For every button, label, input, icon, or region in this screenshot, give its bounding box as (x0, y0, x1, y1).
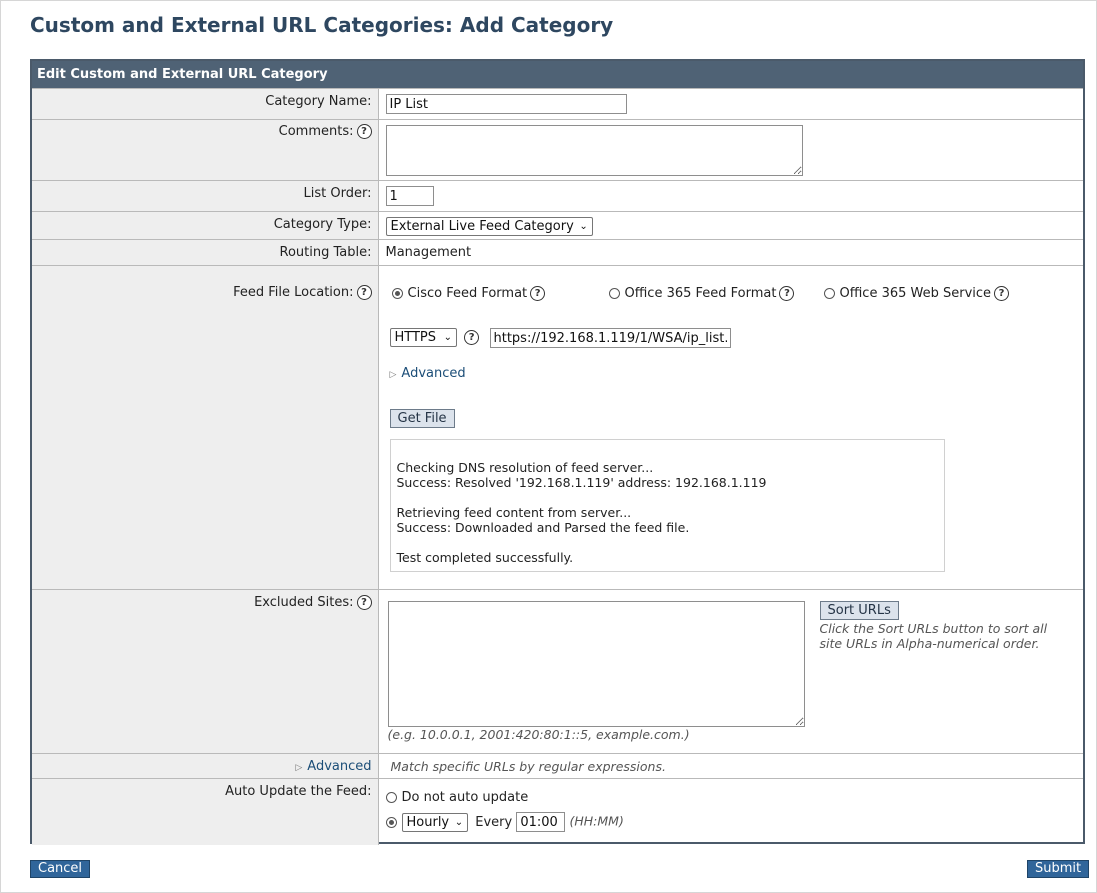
result-line: Success: Resolved '192.168.1.119' addres… (396, 475, 767, 490)
row-category-type: Category Type: External Live Feed Catego… (32, 211, 1083, 240)
row-excluded-sites: Excluded Sites:? Sort URLs Click the Sor… (32, 589, 1083, 754)
category-form: Category Name: Comments:? List Order: Ca… (32, 88, 1083, 845)
help-icon[interactable]: ? (779, 286, 795, 301)
panel-header: Edit Custom and External URL Category (32, 61, 1083, 88)
help-icon[interactable]: ? (994, 286, 1010, 301)
advanced-regex-toggle[interactable]: ▷ Advanced (32, 754, 371, 774)
auto-update-label: Auto Update the Feed: (225, 784, 372, 799)
list-order-label: List Order: (303, 186, 372, 201)
cancel-button[interactable]: Cancel (30, 860, 91, 878)
radio-office365-feed[interactable] (608, 288, 620, 299)
feed-advanced-toggle[interactable]: ▷ Advanced (390, 366, 466, 381)
row-advanced: ▷ Advanced Match specific URLs by regular… (32, 753, 1083, 779)
routing-table-label: Routing Table: (279, 245, 372, 260)
excluded-sites-label: Excluded Sites: (254, 595, 354, 610)
feed-format-options: Cisco Feed Format? Office 365 Feed Forma… (391, 286, 1010, 301)
excluded-sites-example: (e.g. 10.0.0.1, 2001:420:80:1::5, exampl… (387, 727, 690, 742)
caret-right-icon: ▷ (295, 763, 303, 773)
excluded-sites-textarea[interactable] (387, 601, 805, 727)
row-auto-update: Auto Update the Feed: Do not auto update… (32, 778, 1084, 845)
comments-textarea[interactable] (385, 125, 803, 176)
edit-category-panel: Edit Custom and External URL Category Ca… (30, 59, 1085, 845)
interval-select[interactable]: Hourly ⌄ (401, 812, 469, 832)
sort-urls-hint: Click the Sort URLs button to sort all s… (819, 621, 1048, 651)
feed-test-results: Checking DNS resolution of feed server..… (389, 439, 945, 572)
radio-office365-webservice[interactable] (823, 288, 835, 299)
option-office365-feed[interactable]: Office 365 Feed Format? (608, 286, 795, 301)
feed-file-location-label: Feed File Location: (233, 285, 354, 300)
help-icon[interactable]: ? (530, 286, 546, 301)
advanced-link[interactable]: Advanced (401, 366, 465, 381)
caret-right-icon: ▷ (389, 370, 397, 380)
get-file-button[interactable]: Get File (389, 409, 455, 428)
category-type-select[interactable]: External Live Feed Category ⌄ (385, 217, 593, 236)
protocol-select[interactable]: HTTPS ⌄ (389, 328, 458, 347)
radio-cisco-feed[interactable] (391, 288, 403, 299)
comments-label: Comments: (278, 124, 354, 139)
option-interval-update[interactable]: Hourly ⌄ Every (HH:MM) (385, 805, 1084, 832)
help-icon[interactable]: ? (356, 124, 372, 139)
interval-value: Hourly (406, 814, 450, 830)
category-type-value: External Live Feed Category (390, 219, 574, 234)
advanced-regex-link[interactable]: Advanced (307, 759, 371, 774)
row-feed-file-location: Feed File Location:? Cisco Feed Format? … (32, 265, 1083, 590)
protocol-value: HTTPS (394, 330, 437, 345)
help-icon[interactable]: ? (464, 330, 480, 345)
row-list-order: List Order: (32, 180, 1083, 212)
result-line: Success: Downloaded and Parsed the feed … (396, 520, 690, 535)
radio-interval-update[interactable] (385, 816, 397, 828)
radio-no-auto-update[interactable] (385, 792, 397, 803)
feed-url-row: HTTPS ⌄ ? (389, 328, 480, 347)
option-office365-webservice[interactable]: Office 365 Web Service? (823, 286, 1010, 301)
category-type-label: Category Type: (273, 217, 372, 232)
row-routing-table: Routing Table: Management (32, 239, 1083, 266)
result-line: Retrieving feed content from server... (396, 505, 632, 520)
result-line: Checking DNS resolution of feed server..… (396, 460, 654, 475)
page-title: Custom and External URL Categories: Add … (30, 13, 614, 37)
option-no-auto-update[interactable]: Do not auto update (385, 779, 1084, 805)
interval-time-input[interactable] (516, 812, 566, 832)
routing-table-value: Management (385, 245, 472, 260)
sort-urls-button[interactable]: Sort URLs (819, 601, 899, 620)
help-icon[interactable]: ? (356, 285, 372, 300)
category-name-input[interactable] (385, 94, 627, 114)
chevron-down-icon: ⌄ (454, 816, 464, 828)
feed-url-input[interactable] (489, 328, 731, 348)
row-category-name: Category Name: (32, 88, 1083, 120)
submit-button[interactable]: Submit (1027, 860, 1090, 878)
category-name-label: Category Name: (265, 94, 372, 109)
list-order-input[interactable] (385, 186, 434, 206)
row-comments: Comments:? (32, 119, 1083, 181)
time-format-hint: (HH:MM) (569, 813, 624, 829)
option-cisco-feed[interactable]: Cisco Feed Format? (391, 286, 546, 301)
chevron-down-icon: ⌄ (579, 221, 588, 232)
every-label: Every (475, 814, 513, 830)
advanced-regex-hint: Match specific URLs by regular expressio… (390, 759, 666, 774)
result-line: Test completed successfully. (396, 550, 574, 565)
chevron-down-icon: ⌄ (443, 332, 453, 343)
help-icon[interactable]: ? (356, 595, 372, 610)
